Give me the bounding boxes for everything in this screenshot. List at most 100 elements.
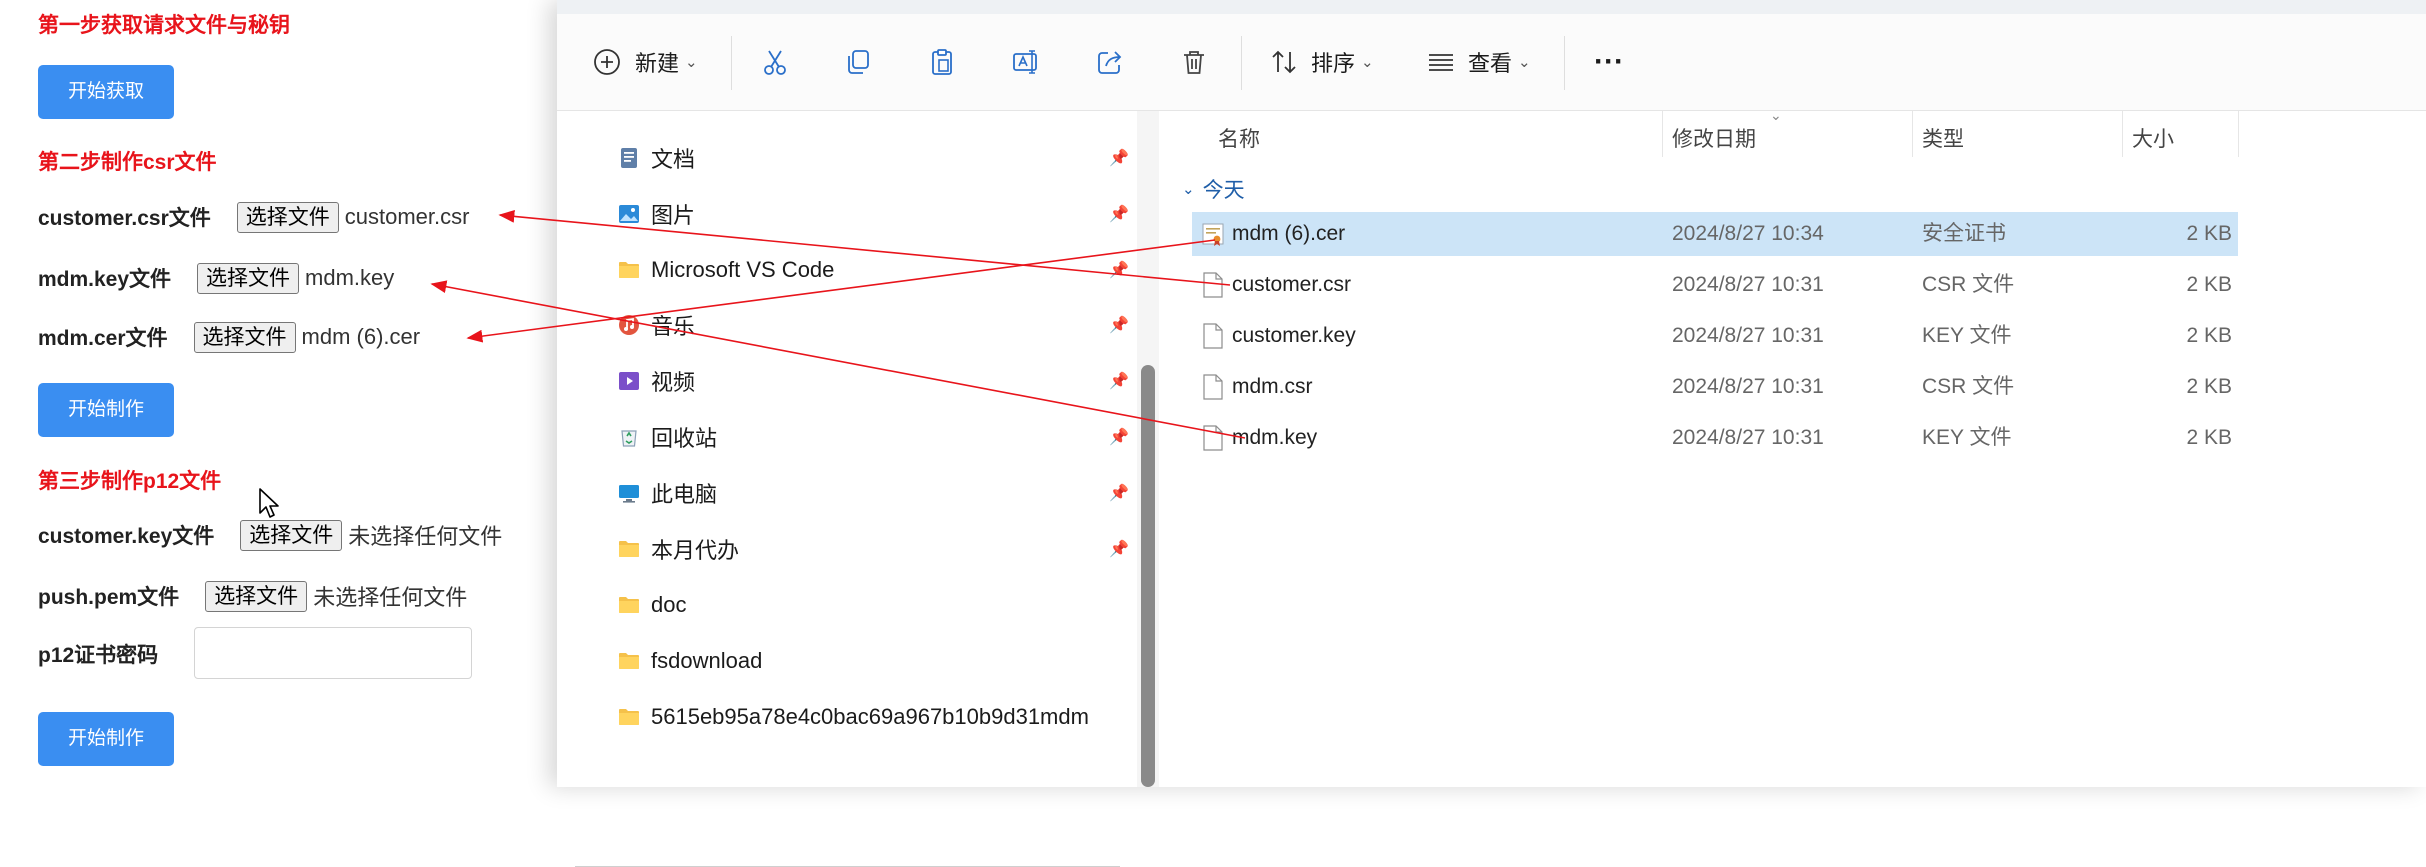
column-divider[interactable]: [2122, 111, 2123, 157]
toolbar-divider: [1241, 36, 1242, 90]
pin-icon[interactable]: 📌: [1109, 539, 1129, 559]
nav-item-label: 音乐: [651, 314, 696, 339]
push-pem-label: push.pem文件: [38, 586, 180, 609]
new-button[interactable]: 新建 ⌄: [593, 14, 698, 110]
trash-icon: [1184, 51, 1204, 74]
mdm-cer-choose-button[interactable]: 选择文件: [193, 321, 296, 353]
nav-item[interactable]: 文档: [617, 140, 695, 176]
nav-item[interactable]: doc: [617, 587, 686, 623]
nav-item[interactable]: 图片: [617, 196, 695, 232]
share-icon: [1098, 51, 1122, 74]
file-icon: [1202, 374, 1224, 400]
rename-button[interactable]: [1011, 14, 1041, 110]
nav-item[interactable]: 视频: [617, 363, 695, 399]
cut-button[interactable]: [760, 14, 790, 110]
sort-button[interactable]: 排序 ⌄: [1269, 14, 1374, 110]
view-button[interactable]: 查看 ⌄: [1426, 14, 1531, 110]
file-list-pane: 名称 修改日期 ⌄ 类型 大小 ⌄ 今天 mdm (6).cer 2024/8/2…: [1162, 107, 2426, 787]
push-pem-choose-button[interactable]: 选择文件: [205, 580, 308, 612]
nav-item[interactable]: 此电脑: [617, 475, 717, 511]
file-type: CSR 文件: [1922, 375, 2015, 398]
start-fetch-button[interactable]: 开始获取: [38, 65, 174, 119]
mdm-key-row: mdm.key文件 选择文件 mdm.key: [38, 261, 394, 295]
delete-button[interactable]: [1179, 14, 1209, 110]
file-size: 2 KB: [2186, 375, 2232, 398]
file-explorer-window: 新建 ⌄ 排序 ⌄ 查看 ⌄ ··· 文档 📌 图片 📌 Microsoft V…: [557, 0, 2426, 867]
nav-item[interactable]: 本月代办: [617, 531, 739, 567]
nav-item[interactable]: 回收站: [617, 419, 717, 455]
file-type: CSR 文件: [1922, 273, 2015, 296]
pin-icon[interactable]: 📌: [1109, 427, 1129, 447]
mdm-key-label: mdm.key文件: [38, 268, 172, 291]
start-make-csr-button[interactable]: 开始制作: [38, 383, 174, 437]
file-icon: [1202, 323, 1224, 349]
share-button[interactable]: [1095, 14, 1125, 110]
mdm-cer-row: mdm.cer文件 选择文件 mdm (6).cer: [38, 320, 420, 354]
customer-csr-filename: customer.csr: [344, 204, 470, 229]
file-date: 2024/8/27 10:31: [1672, 426, 1824, 449]
explorer-title-strip: [557, 0, 2426, 15]
nav-item-label: fsdownload: [651, 648, 763, 673]
music-icon: [617, 313, 641, 337]
column-header-type[interactable]: 类型: [1922, 123, 1964, 153]
column-divider[interactable]: [1662, 111, 1663, 157]
nav-item[interactable]: 5615eb95a78e4c0bac69a967b10b9d31mdm: [617, 699, 1089, 735]
step3-title: 第三步制作p12文件: [38, 470, 222, 493]
customer-csr-row: customer.csr文件 选择文件 customer.csr: [38, 200, 469, 234]
file-name: mdm.key: [1232, 426, 1318, 449]
customer-key-choose-button[interactable]: 选择文件: [240, 519, 343, 551]
pin-icon[interactable]: 📌: [1109, 371, 1129, 391]
folder-icon: [617, 705, 641, 729]
nav-item-label: 视频: [651, 370, 696, 395]
more-options-button[interactable]: ···: [1594, 14, 1624, 110]
column-header-date[interactable]: 修改日期: [1672, 123, 1756, 153]
nav-item[interactable]: fsdownload: [617, 643, 762, 679]
pin-icon[interactable]: 📌: [1109, 483, 1129, 503]
chevron-down-icon: ⌄: [1182, 181, 1195, 198]
column-header-size[interactable]: 大小: [2132, 123, 2174, 153]
customer-csr-choose-button[interactable]: 选择文件: [236, 201, 339, 233]
plus-circle-icon: [594, 49, 620, 75]
nav-item-label: 文档: [651, 147, 696, 172]
file-row[interactable]: customer.key 2024/8/27 10:31 KEY 文件 2 KB: [1192, 314, 2238, 358]
customer-csr-label: customer.csr文件: [38, 207, 211, 230]
document-icon: [617, 146, 641, 170]
recycle-bin-icon: [617, 425, 641, 449]
nav-scrollbar-thumb[interactable]: [1141, 365, 1155, 787]
file-row[interactable]: mdm.csr 2024/8/27 10:31 CSR 文件 2 KB: [1192, 365, 2238, 409]
column-divider[interactable]: [1912, 111, 1913, 157]
mdm-key-choose-button[interactable]: 选择文件: [197, 262, 300, 294]
group-header-today[interactable]: ⌄ 今天: [1182, 174, 1245, 204]
p12-password-input[interactable]: [194, 627, 472, 679]
pin-icon[interactable]: 📌: [1109, 260, 1129, 280]
nav-item[interactable]: Microsoft VS Code: [617, 252, 834, 288]
file-date: 2024/8/27 10:31: [1672, 324, 1824, 347]
file-size: 2 KB: [2186, 273, 2232, 296]
certificate-icon: [1202, 221, 1224, 247]
customer-key-filename: 未选择任何文件: [348, 524, 503, 549]
start-make-p12-button[interactable]: 开始制作: [38, 712, 174, 766]
file-row[interactable]: mdm (6).cer 2024/8/27 10:34 安全证书 2 KB: [1192, 212, 2238, 256]
file-type: KEY 文件: [1922, 324, 2012, 347]
rename-icon: [1013, 50, 1037, 74]
nav-item-label: doc: [651, 592, 687, 617]
file-date: 2024/8/27 10:31: [1672, 273, 1824, 296]
nav-item[interactable]: 音乐: [617, 307, 695, 343]
file-row[interactable]: customer.csr 2024/8/27 10:31 CSR 文件 2 KB: [1192, 263, 2238, 307]
push-pem-filename: 未选择任何文件: [313, 585, 468, 610]
scissors-icon: [764, 50, 786, 75]
pin-icon[interactable]: 📌: [1109, 148, 1129, 168]
file-row[interactable]: mdm.key 2024/8/27 10:31 KEY 文件 2 KB: [1192, 416, 2238, 460]
column-divider[interactable]: [2238, 111, 2239, 157]
chevron-down-icon: ⌄: [1361, 54, 1374, 71]
customer-key-row: customer.key文件 选择文件 未选择任何文件: [38, 518, 502, 552]
pin-icon[interactable]: 📌: [1109, 204, 1129, 224]
view-label: 查看: [1468, 51, 1513, 76]
file-name: mdm.csr: [1232, 375, 1313, 398]
column-header-name[interactable]: 名称: [1218, 123, 1260, 153]
pin-icon[interactable]: 📌: [1109, 315, 1129, 335]
more-icon: ···: [1594, 45, 1624, 78]
paste-button[interactable]: [927, 14, 957, 110]
copy-button[interactable]: [843, 14, 873, 110]
navigation-pane: 文档 📌 图片 📌 Microsoft VS Code 📌 音乐 📌 视频 📌 回收站 📌 此电脑 📌 本月…: [557, 111, 1137, 867]
